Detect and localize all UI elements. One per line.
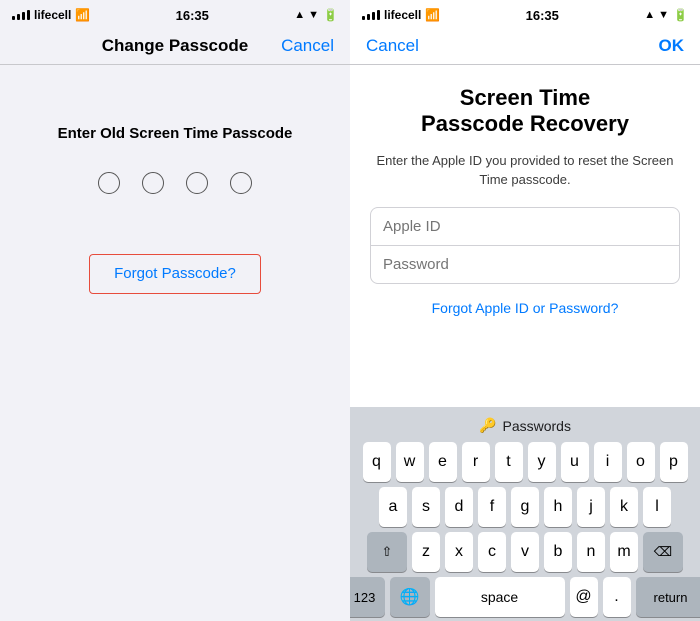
status-bar-left: lifecell 📶 16:35 ▲ ▼ 🔋 <box>0 0 350 28</box>
passwords-label: Passwords <box>502 418 570 434</box>
keyboard-row-2: a s d f g h j k l <box>354 487 696 527</box>
bar1 <box>12 16 15 20</box>
key-icon: 🔑 <box>479 417 496 434</box>
signal-icon <box>12 10 30 20</box>
battery-area-left: ▲ ▼ 🔋 <box>294 8 338 22</box>
keyboard-row-3: ⇧ z x c v b n m ⌫ <box>354 532 696 572</box>
forgot-passcode-box: Forgot Passcode? <box>89 254 261 294</box>
ok-button-right[interactable]: OK <box>659 36 685 56</box>
at-key[interactable]: @ <box>570 577 598 617</box>
carrier-left: lifecell 📶 <box>12 8 90 22</box>
battery-icon-right: 🔋 <box>673 8 688 22</box>
apple-id-input[interactable] <box>370 207 680 245</box>
key-s[interactable]: s <box>412 487 440 527</box>
key-a[interactable]: a <box>379 487 407 527</box>
key-i[interactable]: i <box>594 442 622 482</box>
keyboard-area: 🔑 Passwords q w e r t y u i o p a s d f … <box>350 407 700 621</box>
password-input[interactable] <box>370 245 680 284</box>
recovery-title-text: Screen TimePasscode Recovery <box>421 85 629 136</box>
key-y[interactable]: y <box>528 442 556 482</box>
cancel-button-right[interactable]: Cancel <box>366 36 419 56</box>
key-u[interactable]: u <box>561 442 589 482</box>
carrier-right: lifecell 📶 <box>362 8 440 22</box>
passcode-dot-2 <box>142 172 164 194</box>
key-o[interactable]: o <box>627 442 655 482</box>
recovery-description: Enter the Apple ID you provided to reset… <box>370 152 680 190</box>
left-content: Enter Old Screen Time Passcode Forgot Pa… <box>0 65 350 621</box>
passcode-dot-1 <box>98 172 120 194</box>
key-t[interactable]: t <box>495 442 523 482</box>
recovery-title: Screen TimePasscode Recovery <box>370 85 680 138</box>
key-p[interactable]: p <box>660 442 688 482</box>
bar1r <box>362 16 365 20</box>
key-d[interactable]: d <box>445 487 473 527</box>
space-key[interactable]: space <box>435 577 565 617</box>
key-r[interactable]: r <box>462 442 490 482</box>
wifi-icon-left: 📶 <box>75 8 90 22</box>
wifi-icon-right: 📶 <box>425 8 440 22</box>
left-panel: lifecell 📶 16:35 ▲ ▼ 🔋 Change Passcode C… <box>0 0 350 621</box>
passcode-prompt-label: Enter Old Screen Time Passcode <box>58 125 293 142</box>
forgot-passcode-link[interactable]: Forgot Passcode? <box>114 265 236 282</box>
forgot-link-container: Forgot Apple ID or Password? <box>370 300 680 318</box>
shift-key[interactable]: ⇧ <box>367 532 407 572</box>
passcode-dot-4 <box>230 172 252 194</box>
key-b[interactable]: b <box>544 532 572 572</box>
key-m[interactable]: m <box>610 532 638 572</box>
key-h[interactable]: h <box>544 487 572 527</box>
key-x[interactable]: x <box>445 532 473 572</box>
dot-key[interactable]: . <box>603 577 631 617</box>
passcode-dot-3 <box>186 172 208 194</box>
globe-key[interactable]: 🌐 <box>390 577 430 617</box>
key-e[interactable]: e <box>429 442 457 482</box>
key-v[interactable]: v <box>511 532 539 572</box>
key-z[interactable]: z <box>412 532 440 572</box>
num-key[interactable]: 123 <box>345 577 385 617</box>
delete-key[interactable]: ⌫ <box>643 532 683 572</box>
key-k[interactable]: k <box>610 487 638 527</box>
signal-arrows-icon: ▲ ▼ <box>644 9 669 21</box>
key-l[interactable]: l <box>643 487 671 527</box>
battery-icon-left: 🔋 <box>323 8 338 22</box>
bar3r <box>372 12 375 20</box>
forgot-apple-id-link[interactable]: Forgot Apple ID or Password? <box>432 300 619 316</box>
status-bar-right: lifecell 📶 16:35 ▲ ▼ 🔋 <box>350 0 700 28</box>
carrier-name-left: lifecell <box>34 8 71 22</box>
carrier-name-right: lifecell <box>384 8 421 22</box>
right-content: Screen TimePasscode Recovery Enter the A… <box>350 65 700 336</box>
battery-area-right: ▲ ▼ 🔋 <box>644 8 688 22</box>
cancel-button-left[interactable]: Cancel <box>281 36 334 56</box>
time-left: 16:35 <box>176 8 209 23</box>
key-g[interactable]: g <box>511 487 539 527</box>
key-n[interactable]: n <box>577 532 605 572</box>
return-key[interactable]: return <box>636 577 700 617</box>
bar4r <box>377 10 380 20</box>
signal-right-icon: ▲ ▼ <box>294 9 319 21</box>
passcode-dots-row <box>98 172 252 194</box>
key-w[interactable]: w <box>396 442 424 482</box>
key-q[interactable]: q <box>363 442 391 482</box>
key-j[interactable]: j <box>577 487 605 527</box>
keyboard-bottom-row: 123 🌐 space @ . return <box>354 577 696 617</box>
page-title-left: Change Passcode <box>102 36 248 56</box>
signal-icon-right <box>362 10 380 20</box>
right-panel: lifecell 📶 16:35 ▲ ▼ 🔋 Cancel OK Screen … <box>350 0 700 621</box>
key-f[interactable]: f <box>478 487 506 527</box>
keyboard-header: 🔑 Passwords <box>354 413 696 442</box>
nav-bar-left: Change Passcode Cancel <box>0 28 350 65</box>
bar2r <box>367 14 370 20</box>
key-c[interactable]: c <box>478 532 506 572</box>
keyboard-row-1: q w e r t y u i o p <box>354 442 696 482</box>
bar4 <box>27 10 30 20</box>
nav-bar-right: Cancel OK <box>350 28 700 65</box>
bar3 <box>22 12 25 20</box>
bar2 <box>17 14 20 20</box>
time-right: 16:35 <box>526 8 559 23</box>
